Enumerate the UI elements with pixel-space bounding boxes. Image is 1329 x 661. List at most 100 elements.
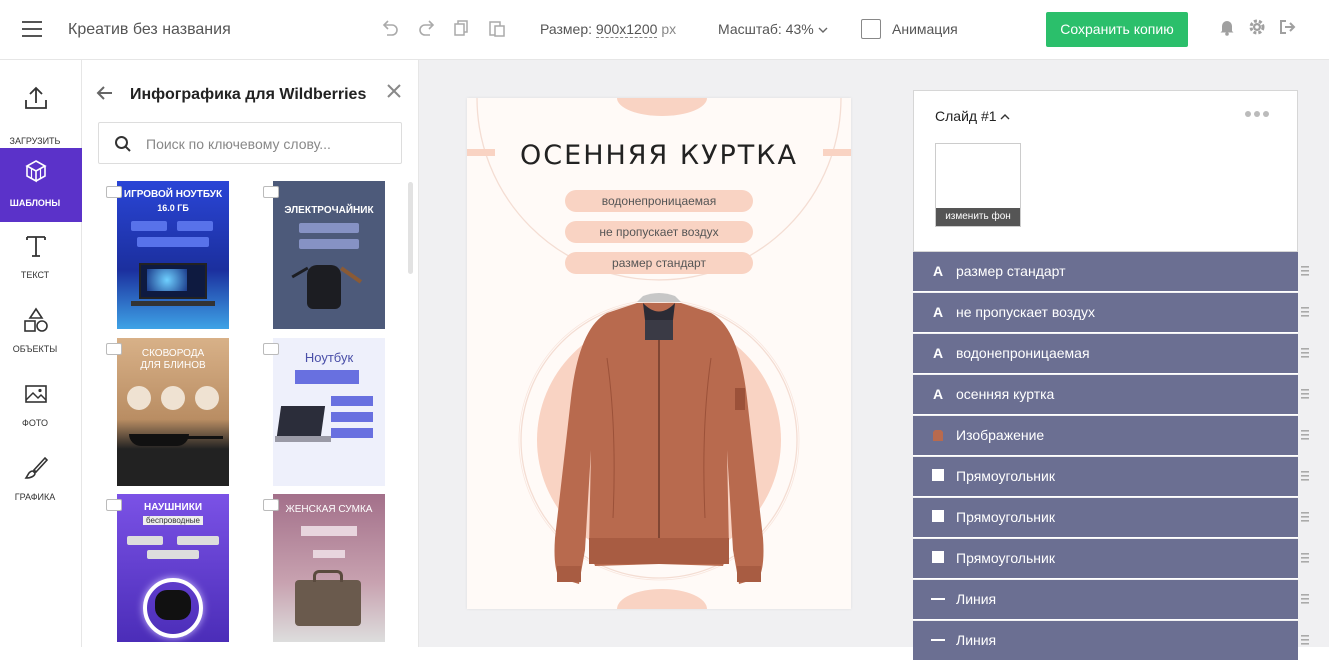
nav-graphics[interactable]: Графика	[0, 444, 82, 518]
layer-item[interactable]: Прямоугольник	[913, 498, 1298, 538]
nav-label: Загрузить	[9, 136, 61, 146]
layer-item[interactable]: Прямоугольник	[913, 539, 1298, 579]
size-label-text: Размер:	[540, 21, 593, 37]
template-title: Ноутбук	[304, 350, 354, 365]
layer-item[interactable]: Линия	[913, 580, 1298, 620]
template-title: СКОВОРОДА ДЛЯ БЛИНОВ	[140, 348, 206, 371]
gear-icon[interactable]	[1246, 18, 1268, 41]
rectangle-layer-icon	[931, 551, 945, 565]
template-subtitle: 16.0 ГБ	[157, 203, 189, 213]
templates-icon	[25, 160, 47, 183]
layer-item[interactable]: A осенняя куртка	[913, 375, 1298, 415]
search-box[interactable]	[98, 122, 402, 164]
layer-drag-handles[interactable]	[1299, 252, 1311, 647]
template-card-headphones[interactable]: НАУШНИКИ беспроводные	[117, 494, 229, 642]
templates-panel: Инфографика для Wildberries ИГРОВОЙ НОУТ…	[82, 60, 419, 647]
save-copy-button[interactable]: Сохранить копию	[1046, 12, 1188, 47]
slide-thumbnail[interactable]: изменить фон	[935, 143, 1021, 227]
layer-name: Линия	[956, 632, 997, 648]
layers-panel: Слайд #1 изменить фон A размер стандарт …	[913, 90, 1298, 661]
panel-scrollbar[interactable]	[408, 182, 413, 274]
layer-name: осенняя куртка	[956, 386, 1055, 402]
layer-name: Прямоугольник	[956, 468, 1055, 484]
chevron-down-icon	[818, 27, 828, 33]
close-icon[interactable]	[386, 82, 402, 105]
document-title[interactable]: Креатив без названия	[68, 21, 231, 39]
left-navigation: Загрузить Шаблоны Текст Объекты Фото Гра…	[0, 60, 82, 647]
template-card-gaming-laptop[interactable]: ИГРОВОЙ НОУТБУК 16.0 ГБ	[117, 181, 229, 329]
layer-name: Изображение	[956, 427, 1045, 443]
line-layer-icon	[931, 592, 945, 606]
nav-label: Графика	[14, 492, 56, 502]
nav-label: Объекты	[12, 344, 58, 354]
size-value[interactable]: 900x1200	[595, 21, 658, 38]
layer-item[interactable]: Линия	[913, 621, 1298, 661]
search-input[interactable]	[146, 133, 386, 155]
slide-canvas[interactable]: Осенняя куртка водонепроницаемая не проп…	[467, 98, 851, 609]
layer-name: не пропускает воздух	[956, 304, 1096, 320]
template-card-notebook[interactable]: Ноутбук	[273, 338, 385, 486]
template-subtitle: беспроводные	[143, 516, 203, 525]
redo-icon[interactable]	[417, 18, 437, 38]
animation-label: Анимация	[892, 21, 958, 37]
layer-name: размер стандарт	[956, 263, 1066, 279]
shapes-icon	[24, 307, 48, 332]
nav-objects[interactable]: Объекты	[0, 296, 82, 370]
search-icon	[115, 136, 131, 152]
template-card-pan[interactable]: СКОВОРОДА ДЛЯ БЛИНОВ	[117, 338, 229, 486]
layer-name: Линия	[956, 591, 997, 607]
slide-card: Слайд #1 изменить фон	[913, 90, 1298, 252]
template-title: ЖЕНСКАЯ СУМКА	[285, 504, 373, 515]
slide-name: Слайд #1	[935, 108, 997, 124]
nav-label: Текст	[20, 270, 50, 280]
image-icon	[263, 186, 279, 198]
photo-icon	[25, 385, 47, 403]
zoom-dropdown[interactable]: Масштаб: 43%	[718, 21, 828, 37]
paste-icon[interactable]	[487, 18, 507, 38]
layer-item[interactable]: A размер стандарт	[913, 252, 1298, 292]
animation-checkbox[interactable]	[861, 19, 881, 39]
jacket-image[interactable]	[467, 98, 851, 609]
brush-icon	[24, 456, 49, 479]
undo-icon[interactable]	[380, 18, 400, 38]
logout-icon[interactable]	[1276, 18, 1298, 41]
top-toolbar: Креатив без названия Размер: 900x1200 px…	[0, 0, 1329, 60]
nav-photo[interactable]: Фото	[0, 370, 82, 444]
chevron-up-icon	[1000, 114, 1010, 120]
size-unit: px	[661, 21, 677, 37]
image-icon	[263, 499, 279, 511]
layer-name: Прямоугольник	[956, 550, 1055, 566]
change-background-button[interactable]: изменить фон	[936, 208, 1020, 226]
layer-item[interactable]: A не пропускает воздух	[913, 293, 1298, 333]
text-layer-icon: A	[932, 386, 944, 402]
image-icon	[106, 343, 122, 355]
layer-name: Прямоугольник	[956, 509, 1055, 525]
rectangle-layer-icon	[931, 469, 945, 483]
nav-upload[interactable]: Загрузить	[0, 74, 82, 148]
panel-title: Инфографика для Wildberries	[130, 86, 367, 103]
text-icon	[26, 236, 46, 257]
more-options-icon[interactable]	[1245, 105, 1269, 121]
template-title: НАУШНИКИ	[143, 502, 203, 513]
layer-item[interactable]: Изображение	[913, 416, 1298, 456]
nav-label: Шаблоны	[9, 198, 61, 208]
layer-item[interactable]: Прямоугольник	[913, 457, 1298, 497]
image-layer-icon	[931, 428, 945, 442]
slide-selector[interactable]: Слайд #1	[935, 108, 1010, 124]
nav-templates[interactable]: Шаблоны	[0, 148, 82, 222]
nav-text[interactable]: Текст	[0, 222, 82, 296]
upload-icon	[25, 86, 47, 109]
menu-icon[interactable]	[22, 21, 42, 37]
text-layer-icon: A	[932, 263, 944, 279]
layer-item[interactable]: A водонепроницаемая	[913, 334, 1298, 374]
back-arrow-icon[interactable]	[96, 84, 114, 108]
zoom-label: Масштаб: 43%	[718, 21, 814, 37]
template-card-kettle[interactable]: ЭЛЕКТРОЧАЙНИК	[273, 181, 385, 329]
copy-icon[interactable]	[452, 18, 472, 38]
image-icon	[263, 343, 279, 355]
template-title: ИГРОВОЙ НОУТБУК	[123, 189, 223, 200]
canvas-size[interactable]: Размер: 900x1200 px	[540, 21, 677, 38]
bell-icon[interactable]	[1216, 18, 1238, 41]
text-layer-icon: A	[932, 304, 944, 320]
template-card-bag[interactable]: ЖЕНСКАЯ СУМКА	[273, 494, 385, 642]
